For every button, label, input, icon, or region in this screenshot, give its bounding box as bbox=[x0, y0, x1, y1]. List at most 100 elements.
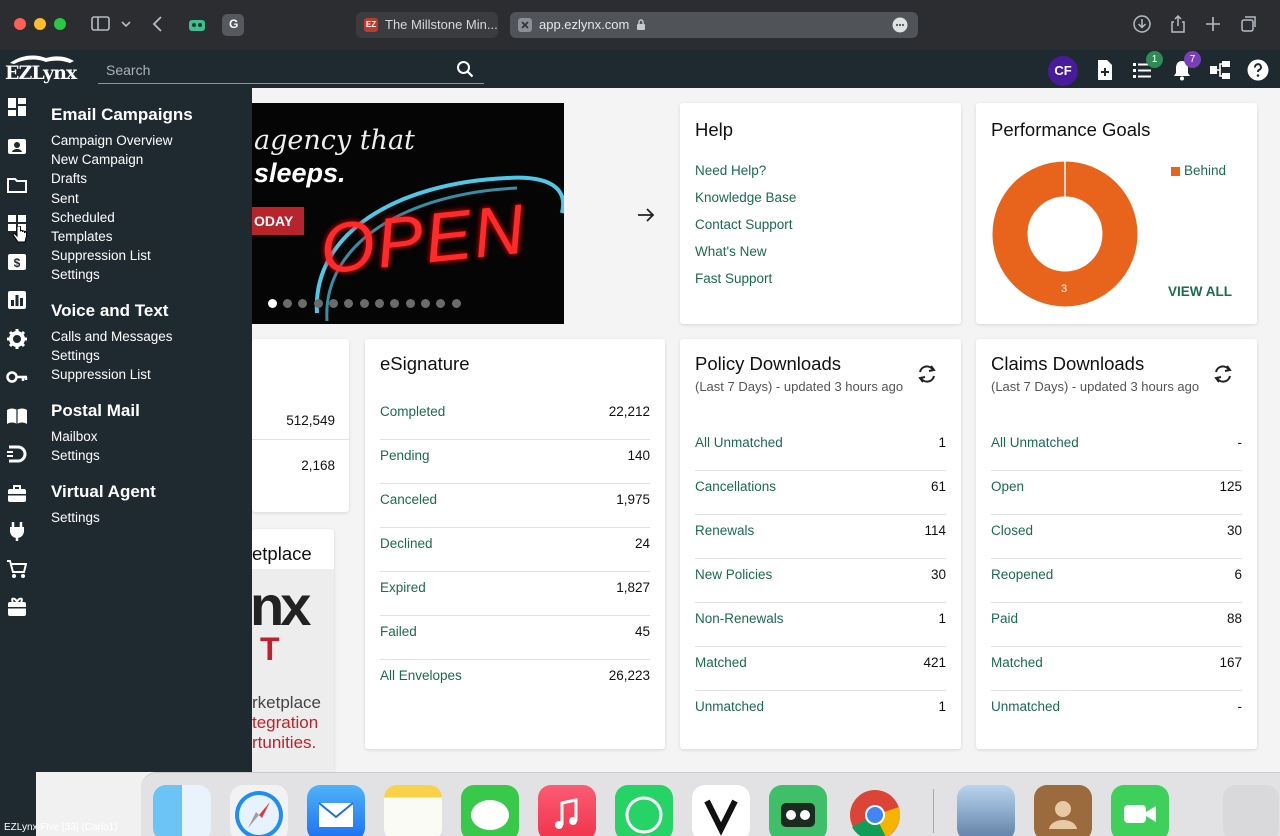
carousel-next-arrow-icon[interactable] bbox=[636, 205, 656, 225]
esig-row-completed[interactable]: Completed 22,212 bbox=[380, 396, 650, 440]
search-input[interactable] bbox=[106, 60, 436, 80]
menu-item-email-settings[interactable]: Settings bbox=[51, 267, 100, 282]
view-all-button[interactable]: VIEW ALL bbox=[1168, 284, 1232, 299]
policy-row-non-renewals[interactable]: Non-Renewals 1 bbox=[695, 603, 946, 647]
folder-icon[interactable] bbox=[6, 174, 28, 196]
mail-icon[interactable] bbox=[307, 785, 365, 836]
policy-refresh-icon[interactable] bbox=[916, 363, 938, 385]
zoom-window-button[interactable] bbox=[54, 18, 66, 30]
org-chart-icon[interactable] bbox=[1208, 58, 1232, 82]
plug-icon[interactable] bbox=[6, 520, 28, 542]
policy-row-renewals[interactable]: Renewals 114 bbox=[695, 515, 946, 559]
tab-close-icon[interactable] bbox=[518, 18, 532, 32]
contacts-icon[interactable] bbox=[6, 135, 28, 157]
claims-row-reopened[interactable]: Reopened 6 bbox=[991, 559, 1242, 603]
download-icon[interactable] bbox=[1133, 14, 1151, 34]
menu-item-calls-and-messages[interactable]: Calls and Messages bbox=[51, 329, 173, 344]
reports-icon[interactable] bbox=[6, 289, 28, 311]
carousel-dot[interactable] bbox=[298, 299, 307, 308]
tab-overview-icon[interactable] bbox=[1240, 14, 1258, 34]
gift-card-icon[interactable] bbox=[6, 596, 28, 618]
new-document-icon[interactable] bbox=[1093, 58, 1117, 82]
carousel-dot[interactable] bbox=[406, 299, 415, 308]
briefcase-icon[interactable] bbox=[6, 482, 28, 504]
facetime-icon[interactable] bbox=[1111, 785, 1169, 836]
esig-row-canceled[interactable]: Canceled 1,975 bbox=[380, 484, 650, 528]
notes-icon[interactable] bbox=[384, 785, 442, 836]
policy-row-matched[interactable]: Matched 421 bbox=[695, 647, 946, 691]
contacts-app-icon[interactable] bbox=[1034, 785, 1092, 836]
policy-row-unmatched[interactable]: Unmatched 1 bbox=[695, 691, 946, 735]
billing-icon[interactable]: $ bbox=[6, 251, 28, 273]
menu-item-virtual-agent-settings[interactable]: Settings bbox=[51, 510, 100, 525]
menu-item-new-campaign[interactable]: New Campaign bbox=[51, 152, 143, 167]
carousel-dot[interactable] bbox=[436, 299, 445, 308]
menu-item-campaign-overview[interactable]: Campaign Overview bbox=[51, 133, 173, 148]
help-link-knowledge-base[interactable]: Knowledge Base bbox=[695, 190, 796, 205]
esig-row-all-envelopes[interactable]: All Envelopes 26,223 bbox=[380, 660, 650, 704]
esig-row-expired[interactable]: Expired 1,827 bbox=[380, 572, 650, 616]
search-field[interactable] bbox=[98, 56, 484, 84]
extension-robot-icon[interactable] bbox=[186, 14, 208, 36]
carousel-dot[interactable] bbox=[360, 299, 369, 308]
ezlynx-logo[interactable]: EZLynx bbox=[5, 62, 77, 84]
legend-label-behind[interactable]: Behind bbox=[1184, 163, 1226, 178]
safari-icon[interactable] bbox=[230, 785, 288, 836]
claims-row-unmatched[interactable]: Unmatched - bbox=[991, 691, 1242, 735]
integrations-icon[interactable] bbox=[6, 443, 28, 465]
address-bar[interactable]: app.ezlynx.com bbox=[510, 12, 918, 38]
esig-row-declined[interactable]: Declined 24 bbox=[380, 528, 650, 572]
marketplace-card-partial[interactable]: etplace nx T rketplace tegration rtuniti… bbox=[252, 529, 334, 772]
carousel-dot[interactable] bbox=[314, 299, 323, 308]
help-link-fast-support[interactable]: Fast Support bbox=[695, 271, 772, 286]
browser-tab-millstone[interactable]: EZ The Millstone Min... bbox=[356, 12, 498, 38]
trash-icon[interactable] bbox=[1223, 785, 1279, 836]
whatsapp-icon[interactable] bbox=[615, 785, 673, 836]
menu-item-voice-settings[interactable]: Settings bbox=[51, 348, 100, 363]
recent-app-icon[interactable] bbox=[957, 785, 1015, 836]
claims-row-closed[interactable]: Closed 30 bbox=[991, 515, 1242, 559]
policy-row-cancellations[interactable]: Cancellations 61 bbox=[695, 471, 946, 515]
help-icon[interactable] bbox=[1246, 58, 1270, 82]
close-window-button[interactable] bbox=[14, 18, 26, 30]
help-link-whats-new[interactable]: What's New bbox=[695, 244, 767, 259]
share-icon[interactable] bbox=[1170, 14, 1186, 34]
robot-app-icon[interactable] bbox=[769, 785, 827, 836]
dashboard-icon[interactable] bbox=[6, 96, 28, 118]
carousel-dot-active[interactable] bbox=[268, 299, 277, 308]
claims-refresh-icon[interactable] bbox=[1212, 363, 1234, 385]
help-link-contact-support[interactable]: Contact Support bbox=[695, 217, 793, 232]
carousel-dot[interactable] bbox=[421, 299, 430, 308]
extension-g-icon[interactable]: G bbox=[222, 14, 244, 36]
carousel-dot[interactable] bbox=[344, 299, 353, 308]
menu-item-postal-settings[interactable]: Settings bbox=[51, 448, 100, 463]
cart-icon[interactable] bbox=[6, 558, 28, 580]
menu-item-voice-suppression-list[interactable]: Suppression List bbox=[51, 367, 151, 382]
menu-item-email-suppression-list[interactable]: Suppression List bbox=[51, 248, 151, 263]
esig-row-failed[interactable]: Failed 45 bbox=[380, 616, 650, 660]
sidebar-toggle-icon[interactable] bbox=[90, 14, 112, 34]
claims-row-all-unmatched[interactable]: All Unmatched - bbox=[991, 427, 1242, 471]
search-icon[interactable] bbox=[456, 60, 474, 78]
claims-row-matched[interactable]: Matched 167 bbox=[991, 647, 1242, 691]
carousel-dot[interactable] bbox=[390, 299, 399, 308]
policy-row-new-policies[interactable]: New Policies 30 bbox=[695, 559, 946, 603]
help-link-need-help[interactable]: Need Help? bbox=[695, 163, 766, 178]
finder-icon[interactable] bbox=[153, 785, 211, 836]
vectorworks-icon[interactable] bbox=[692, 785, 750, 836]
music-icon[interactable] bbox=[538, 785, 596, 836]
carousel-dot[interactable] bbox=[283, 299, 292, 308]
carousel-dot[interactable] bbox=[375, 299, 384, 308]
messages-icon[interactable] bbox=[461, 785, 519, 836]
menu-item-scheduled[interactable]: Scheduled bbox=[51, 210, 115, 225]
promo-banner[interactable]: agency that sleeps. ODAY OPEN bbox=[252, 103, 564, 324]
minimize-window-button[interactable] bbox=[34, 18, 46, 30]
key-icon[interactable] bbox=[6, 366, 28, 388]
policy-row-all-unmatched[interactable]: All Unmatched 1 bbox=[695, 427, 946, 471]
carousel-dot[interactable] bbox=[452, 299, 461, 308]
menu-item-drafts[interactable]: Drafts bbox=[51, 171, 87, 186]
carousel-dot[interactable] bbox=[329, 299, 338, 308]
esig-row-pending[interactable]: Pending 140 bbox=[380, 440, 650, 484]
menu-item-mailbox[interactable]: Mailbox bbox=[51, 429, 98, 444]
new-tab-icon[interactable] bbox=[1205, 14, 1221, 34]
